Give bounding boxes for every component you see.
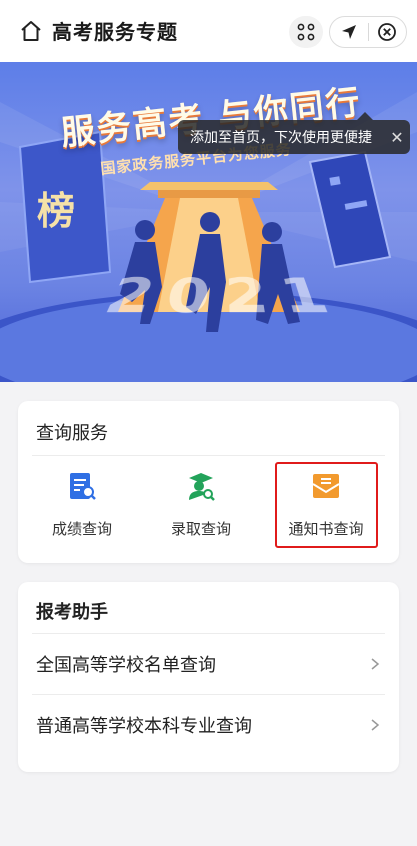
list-item-label: 全国高等学校名单查询 <box>36 655 216 676</box>
location-button[interactable] <box>330 17 368 47</box>
list-item-university-list-query[interactable]: 全国高等学校名单查询 <box>18 634 399 694</box>
highlight-box <box>275 462 378 548</box>
add-to-home-tooltip: 添加至首页，下次使用更便捷 ✕ <box>178 120 410 154</box>
banner-year: 2021 <box>94 269 354 327</box>
banner-board-char: 榜 <box>36 188 75 233</box>
card-divider <box>32 455 385 456</box>
admission-query-label: 录取查询 <box>170 520 231 538</box>
close-circle-icon <box>378 23 397 41</box>
tooltip-text: 添加至首页，下次使用更便捷 <box>190 130 372 146</box>
admission-query-icon <box>189 473 215 501</box>
more-button[interactable] <box>289 16 323 48</box>
mini-program-capsule <box>329 16 407 48</box>
close-button[interactable] <box>369 17 407 47</box>
score-query-button[interactable]: 成绩查询 <box>27 470 137 539</box>
tooltip-close-icon[interactable]: ✕ <box>384 128 410 147</box>
location-arrow-icon <box>341 25 356 39</box>
score-query-label: 成绩查询 <box>51 520 112 538</box>
hero-banner: 服务高考 与你同行 国家政务服务平台为您服务 榜 2021 添加至首页，下次使用… <box>0 62 417 382</box>
page-title: 高考服务专题 <box>52 20 178 44</box>
chevron-right-icon <box>371 658 380 670</box>
score-query-icon <box>70 473 96 500</box>
more-dots-icon <box>297 23 315 41</box>
list-item-undergraduate-major-query[interactable]: 普通高等学校本科专业查询 <box>18 695 399 755</box>
list-item-label: 普通高等学校本科专业查询 <box>36 716 252 737</box>
query-card-title: 查询服务 <box>36 423 108 444</box>
tooltip-arrow <box>357 112 373 120</box>
top-bar: 高考服务专题 <box>0 0 417 62</box>
assistant-card-title: 报考助手 <box>36 602 108 623</box>
home-icon[interactable] <box>20 20 42 42</box>
admission-query-button[interactable]: 录取查询 <box>146 470 256 539</box>
chevron-right-icon <box>371 719 380 731</box>
